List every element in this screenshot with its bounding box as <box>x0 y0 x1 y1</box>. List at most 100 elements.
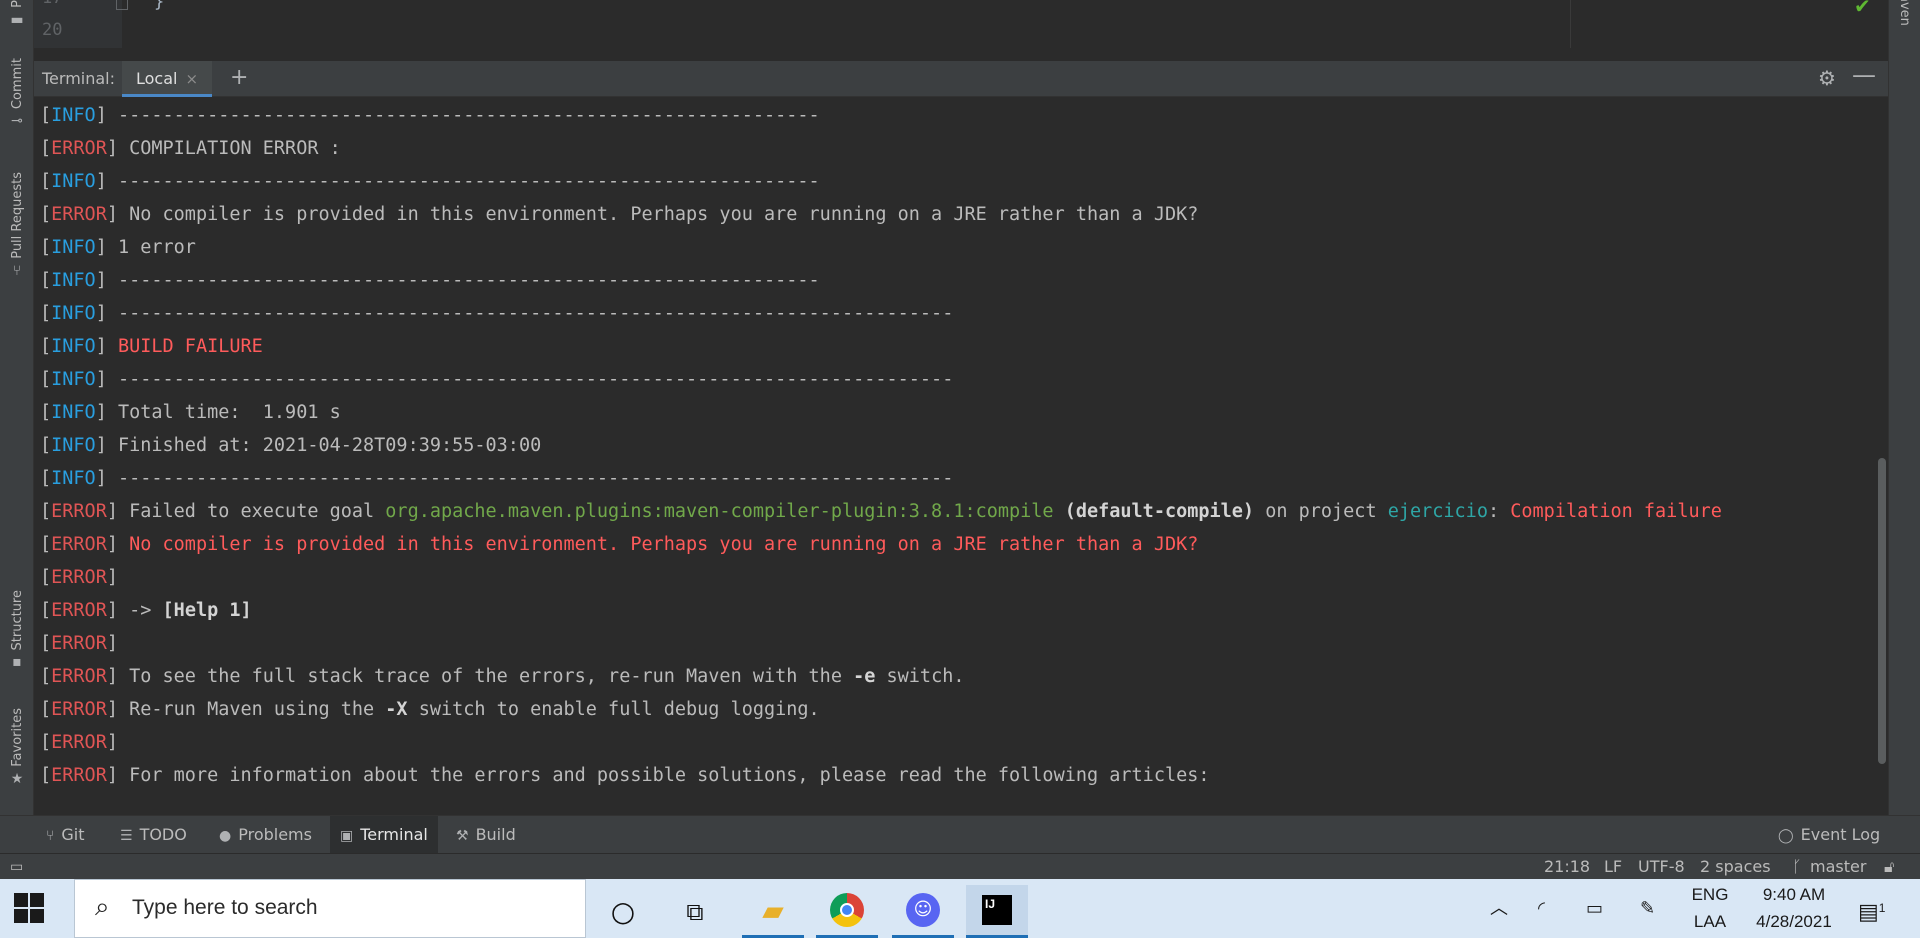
git-branch-icon: ᚴ <box>1792 857 1802 876</box>
terminal-line: [ERROR] Re-run Maven using the -X switch… <box>40 699 820 720</box>
terminal-line: [ERROR] No compiler is provided in this … <box>40 534 1199 555</box>
star-icon: ★ <box>10 770 24 787</box>
event-log-button[interactable]: ◯ Event Log <box>1768 816 1890 854</box>
search-placeholder: Type here to search <box>132 896 318 919</box>
line-separator[interactable]: LF <box>1604 854 1622 880</box>
wifi-icon[interactable]: ◜ <box>1538 879 1545 938</box>
terminal-line: [ERROR] For more information about the e… <box>40 765 1210 786</box>
status-bar: ▭ 21:18 LF UTF-8 2 spaces ᚴ master 🔓︎ <box>0 853 1920 879</box>
chevron-up-icon[interactable]: ︿ <box>1490 879 1508 938</box>
caret-position[interactable]: 21:18 <box>1544 854 1590 880</box>
tool-tab-todo[interactable]: ☰ TODO <box>110 816 197 854</box>
notification-center-button[interactable]: ▤1 <box>1858 879 1885 938</box>
file-encoding[interactable]: UTF-8 <box>1638 854 1685 880</box>
line-number: 20 <box>42 20 63 40</box>
favorites-tool-tab[interactable]: Favorites ★ <box>2 708 32 787</box>
terminal-line: [ERROR] Failed to execute goal org.apach… <box>40 501 1722 522</box>
tool-tab-label: Event Log <box>1800 825 1881 844</box>
clock[interactable]: 9:40 AM 4/28/2021 <box>1740 885 1848 932</box>
chrome-icon[interactable] <box>816 885 878 938</box>
tool-tab-git[interactable]: ⑂ Git <box>36 816 95 854</box>
minimize-icon[interactable]: — <box>1852 61 1876 89</box>
right-tool-strip: aven <box>1888 0 1920 859</box>
pull-requests-tab-label: Pull Requests <box>9 172 25 259</box>
notification-icon: ▤ <box>1858 899 1879 924</box>
project-tab-label: P <box>9 0 25 8</box>
terminal-line: [INFO] ---------------------------------… <box>40 171 820 192</box>
lock-icon[interactable]: 🔓︎ <box>1884 854 1894 880</box>
editor-area[interactable]: 17 20 } ✔ <box>34 0 1888 56</box>
git-branch[interactable]: master <box>1810 854 1866 880</box>
gear-icon[interactable]: ⚙ <box>1818 66 1836 90</box>
language-code: ENG <box>1691 885 1729 904</box>
tool-tab-label: Problems <box>238 825 312 844</box>
new-session-icon[interactable]: + <box>230 65 248 90</box>
help-link[interactable]: [Help 1] <box>163 600 252 621</box>
start-button[interactable] <box>14 893 46 925</box>
layout-toggle-icon[interactable]: ▭ <box>10 854 23 880</box>
breadcrumb <box>34 48 1888 56</box>
terminal-line: [ERROR] -> [Help 1] <box>40 600 252 621</box>
warning-icon: ● <box>219 828 232 844</box>
tool-tab-label: Git <box>61 825 85 844</box>
left-tool-strip: P ▬ Commit ⊸ Pull Requests ⑂ Structure ▪… <box>0 0 34 859</box>
terminal-line: [ERROR] <box>40 567 118 588</box>
commit-tool-tab[interactable]: Commit ⊸ <box>2 58 32 129</box>
close-icon[interactable]: × <box>185 70 198 88</box>
task-view-icon[interactable]: ⧉ <box>664 885 726 938</box>
terminal-line: [INFO] Finished at: 2021-04-28T09:39:55-… <box>40 435 542 456</box>
maven-tab-label[interactable]: aven <box>1897 0 1912 26</box>
tool-tab-label: Terminal <box>360 825 428 844</box>
tool-tab-build[interactable]: ⚒ Build <box>446 816 526 854</box>
terminal-output[interactable]: [INFO] ---------------------------------… <box>34 97 1888 815</box>
structure-tool-tab[interactable]: Structure ▪ <box>2 590 32 670</box>
keyboard-layout: LAA <box>1693 912 1727 931</box>
indent-setting[interactable]: 2 spaces <box>1700 854 1771 880</box>
fold-marker-icon[interactable] <box>116 0 128 10</box>
file-explorer-icon[interactable]: ▰ <box>742 885 804 938</box>
search-icon: ⌕ <box>95 892 110 922</box>
terminal-line: [INFO] ---------------------------------… <box>40 270 820 291</box>
favorites-tab-label: Favorites <box>9 708 25 767</box>
commit-icon: ⊸ <box>11 113 23 130</box>
language-indicator[interactable]: ENG LAA <box>1690 885 1730 932</box>
discord-icon[interactable]: ☺ <box>892 885 954 938</box>
commit-tab-label: Commit <box>9 58 25 110</box>
tab-local[interactable]: Local × <box>122 61 213 97</box>
project-link[interactable]: ejercicio <box>1388 501 1488 522</box>
terminal-line: [ERROR] No compiler is provided in this … <box>40 204 1199 225</box>
terminal-title: Terminal: <box>42 69 116 88</box>
pen-icon[interactable]: ✎ <box>1640 879 1655 938</box>
tab-local-label: Local <box>136 69 178 88</box>
tool-tab-label: TODO <box>139 825 187 844</box>
hammer-icon: ⚒ <box>456 828 469 844</box>
project-tool-tab[interactable]: P ▬ <box>2 0 32 28</box>
notification-count: 1 <box>1878 901 1886 915</box>
terminal-line: [ERROR] To see the full stack trace of t… <box>40 666 965 687</box>
cortana-icon[interactable]: ○ <box>592 885 654 938</box>
terminal-header: Terminal: Local × + ⚙ — <box>34 61 1888 97</box>
terminal-line: [INFO] 1 error <box>40 237 196 258</box>
code-brace: } <box>154 0 165 12</box>
terminal-line: [ERROR] <box>40 732 118 753</box>
battery-icon[interactable]: ▭ <box>1586 879 1603 938</box>
tool-tab-terminal[interactable]: ▣ Terminal <box>330 816 438 854</box>
folder-icon: ▬ <box>10 11 24 28</box>
inspection-ok-icon[interactable]: ✔ <box>1854 0 1871 18</box>
line-number: 17 <box>42 0 62 8</box>
tool-tab-label: Build <box>475 825 516 844</box>
intellij-icon[interactable]: IJ <box>966 885 1028 938</box>
taskbar-search[interactable]: ⌕ Type here to search <box>74 879 586 938</box>
pull-requests-tool-tab[interactable]: Pull Requests ⑂ <box>2 172 32 279</box>
terminal-line: [INFO] ---------------------------------… <box>40 303 954 324</box>
pull-request-icon: ⑂ <box>12 262 22 279</box>
terminal-line: [INFO] ---------------------------------… <box>40 369 954 390</box>
terminal-icon: ▣ <box>340 828 354 844</box>
terminal-scrollbar[interactable] <box>1878 458 1886 764</box>
structure-tab-label: Structure <box>9 590 25 651</box>
tool-tab-problems[interactable]: ● Problems <box>209 816 322 854</box>
tool-window-bar: ⑂ Git ☰ TODO ● Problems ▣ Terminal ⚒ Build ◯ E… <box>0 815 1920 854</box>
terminal-line: [ERROR] <box>40 633 118 654</box>
speech-bubble-icon: ◯ <box>1778 828 1794 844</box>
goal-link[interactable]: org.apache.maven.plugins:maven-compiler-… <box>385 501 1053 522</box>
